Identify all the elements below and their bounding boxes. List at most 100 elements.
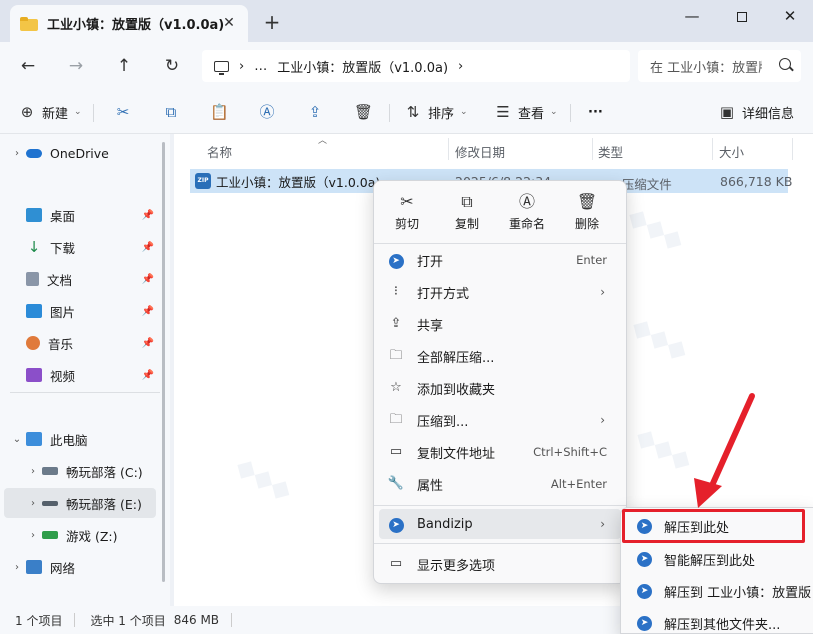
sidebar-item-music[interactable]: 音乐 📌 bbox=[4, 328, 156, 358]
expand-chevron-icon[interactable]: › bbox=[8, 562, 26, 573]
column-divider[interactable] bbox=[712, 138, 713, 160]
sidebar-item-label: 图片 bbox=[50, 304, 76, 320]
breadcrumb-current-folder[interactable]: 工业小镇：放置版（v1.0.0a) bbox=[277, 57, 448, 76]
details-pane-button[interactable]: ▣ 详细信息 bbox=[718, 100, 794, 124]
watermark: ◆◆◆ bbox=[626, 311, 694, 367]
column-divider[interactable] bbox=[592, 138, 593, 160]
menu-item-copy-path[interactable]: ▭ 复制文件地址 Ctrl+Shift+C bbox=[379, 437, 621, 467]
view-label: 查看 bbox=[518, 106, 545, 122]
expand-chevron-icon[interactable]: › bbox=[24, 498, 42, 509]
search-box[interactable]: 在 工业小镇：放置版 bbox=[638, 50, 801, 82]
sidebar-item-downloads[interactable]: ↓ 下载 📌 bbox=[4, 232, 156, 262]
chevron-right-icon: › bbox=[600, 517, 605, 531]
close-window-button[interactable]: ✕ bbox=[772, 6, 808, 26]
menu-item-bandizip[interactable]: ➤ Bandizip › bbox=[379, 509, 621, 539]
column-date[interactable]: 修改日期 bbox=[455, 142, 505, 161]
sidebar-item-drive-z[interactable]: › 游戏 (Z:) bbox=[20, 520, 156, 550]
sidebar-item-videos[interactable]: 视频 📌 bbox=[4, 360, 156, 390]
ctx-copy-button[interactable]: ⧉ 复制 bbox=[437, 191, 497, 237]
breadcrumb-separator[interactable]: › bbox=[239, 59, 244, 74]
trash-icon: 🗑 bbox=[354, 103, 374, 121]
sidebar-item-desktop[interactable]: 桌面 📌 bbox=[4, 200, 156, 230]
menu-item-extract-all[interactable]: 🗀 全部解压缩... bbox=[379, 341, 621, 371]
sidebar-item-label: 网络 bbox=[50, 560, 76, 576]
collapse-chevron-icon[interactable]: ⌄ bbox=[8, 434, 26, 445]
breadcrumb-separator-end[interactable]: › bbox=[458, 59, 463, 74]
pin-icon[interactable]: 📌 bbox=[142, 210, 154, 221]
sidebar-item-label: 下载 bbox=[50, 240, 76, 256]
more-options-button[interactable]: ··· bbox=[588, 100, 603, 124]
status-selected-count: 选中 1 个项目 bbox=[90, 613, 166, 628]
navigation-bar: ← → ↑ ↻ › … 工业小镇：放置版（v1.0.0a) › 在 工业小镇：放… bbox=[0, 42, 813, 90]
submenu-item-smart-extract[interactable]: ➤ 智能解压到此处 bbox=[625, 544, 813, 574]
expand-chevron-icon[interactable]: › bbox=[8, 148, 26, 159]
sort-label: 排序 bbox=[428, 106, 455, 122]
column-headers: ︿ 名称 修改日期 类型 大小 bbox=[174, 134, 813, 164]
menu-item-open-with[interactable]: ⁝ 打开方式 › bbox=[379, 277, 621, 307]
up-button[interactable]: ↑ bbox=[112, 54, 136, 78]
back-button[interactable]: ← bbox=[16, 54, 40, 78]
pin-icon[interactable]: 📌 bbox=[142, 274, 154, 285]
forward-button[interactable]: → bbox=[64, 54, 88, 78]
view-button[interactable]: ☰ 查看 ⌄ bbox=[494, 100, 557, 124]
column-type[interactable]: 类型 bbox=[598, 142, 623, 161]
rename-icon: Ⓐ bbox=[259, 103, 275, 121]
maximize-button[interactable] bbox=[724, 6, 760, 26]
sidebar-item-drive-e[interactable]: › 畅玩部落 (E:) bbox=[4, 488, 156, 518]
sidebar-item-onedrive[interactable]: › OneDrive bbox=[4, 138, 156, 168]
minimize-button[interactable]: — bbox=[674, 6, 710, 26]
paste-button[interactable]: 📋 bbox=[210, 100, 229, 124]
command-bar: ⊕ 新建 ⌄ ✂ ⧉ 📋 Ⓐ ⇪ 🗑 ⇅ 排序 ⌄ ☰ 查看 ⌄ ··· ▣ 详… bbox=[0, 90, 813, 134]
column-name[interactable]: 名称 bbox=[207, 142, 232, 161]
monitor-icon bbox=[26, 432, 42, 446]
new-button[interactable]: ⊕ 新建 ⌄ bbox=[18, 100, 82, 124]
pin-icon[interactable]: 📌 bbox=[142, 338, 154, 349]
pin-icon[interactable]: 📌 bbox=[142, 370, 154, 381]
menu-item-add-favorite[interactable]: ☆ 添加到收藏夹 bbox=[379, 373, 621, 403]
sidebar-item-documents[interactable]: 文档 📌 bbox=[4, 264, 156, 294]
annotation-arrow bbox=[694, 393, 755, 508]
sidebar-item-network[interactable]: › 网络 bbox=[4, 552, 156, 582]
menu-item-share[interactable]: ⇪ 共享 bbox=[379, 309, 621, 339]
column-divider[interactable] bbox=[792, 138, 793, 160]
column-size[interactable]: 大小 bbox=[719, 142, 744, 161]
copy-button[interactable]: ⧉ bbox=[162, 100, 180, 124]
chevron-right-icon: › bbox=[600, 285, 605, 299]
tab-close-button[interactable]: ✕ bbox=[220, 14, 238, 32]
menu-item-show-more[interactable]: ▭ 显示更多选项 bbox=[379, 549, 621, 579]
menu-item-open[interactable]: ➤ 打开 Enter bbox=[379, 245, 621, 275]
shortcut-label: Ctrl+Shift+C bbox=[533, 445, 607, 459]
refresh-button[interactable]: ↻ bbox=[160, 54, 184, 78]
new-tab-button[interactable]: + bbox=[262, 12, 282, 32]
breadcrumb-overflow[interactable]: … bbox=[254, 59, 267, 74]
menu-item-properties[interactable]: 🔧 属性 Alt+Enter bbox=[379, 469, 621, 499]
rename-button[interactable]: Ⓐ bbox=[258, 100, 276, 124]
ctx-rename-button[interactable]: Ⓐ 重命名 bbox=[497, 191, 557, 237]
ctx-cut-button[interactable]: ✂ 剪切 bbox=[377, 191, 437, 237]
expand-chevron-icon[interactable]: › bbox=[24, 530, 42, 541]
search-input[interactable]: 在 工业小镇：放置版 bbox=[650, 57, 762, 76]
sidebar-item-this-pc[interactable]: ⌄ 此电脑 bbox=[4, 424, 156, 454]
sidebar-item-drive-c[interactable]: › 畅玩部落 (C:) bbox=[20, 456, 156, 486]
cut-button[interactable]: ✂ bbox=[114, 100, 132, 124]
sidebar-item-label: 畅玩部落 (C:) bbox=[66, 464, 143, 480]
delete-button[interactable]: 🗑 bbox=[354, 100, 374, 124]
sidebar-item-label: 音乐 bbox=[48, 336, 74, 352]
sort-button[interactable]: ⇅ 排序 ⌄ bbox=[404, 100, 468, 124]
column-divider[interactable] bbox=[448, 138, 449, 160]
list-view-icon: ☰ bbox=[496, 103, 510, 121]
pin-icon[interactable]: 📌 bbox=[142, 242, 154, 253]
clipboard-icon: 📋 bbox=[210, 103, 229, 121]
menu-item-compress-to[interactable]: 🗀 压缩到... › bbox=[379, 405, 621, 435]
pin-icon[interactable]: 📌 bbox=[142, 306, 154, 317]
sidebar-item-pictures[interactable]: 图片 📌 bbox=[4, 296, 156, 326]
sidebar-scrollbar[interactable] bbox=[162, 142, 165, 582]
tab-current[interactable]: 工业小镇：放置版（v1.0.0a) ✕ bbox=[10, 5, 248, 42]
share-button[interactable]: ⇪ bbox=[306, 100, 324, 124]
expand-chevron-icon[interactable]: › bbox=[24, 466, 42, 477]
submenu-item-extract-to-folder[interactable]: ➤ 解压到 工业小镇：放置版 bbox=[625, 576, 813, 606]
submenu-item-extract-other[interactable]: ➤ 解压到其他文件夹... bbox=[625, 608, 813, 633]
bandizip-icon: ➤ bbox=[637, 551, 652, 567]
ctx-delete-button[interactable]: 🗑 删除 bbox=[557, 191, 617, 237]
address-bar[interactable]: › … 工业小镇：放置版（v1.0.0a) › bbox=[202, 50, 630, 82]
